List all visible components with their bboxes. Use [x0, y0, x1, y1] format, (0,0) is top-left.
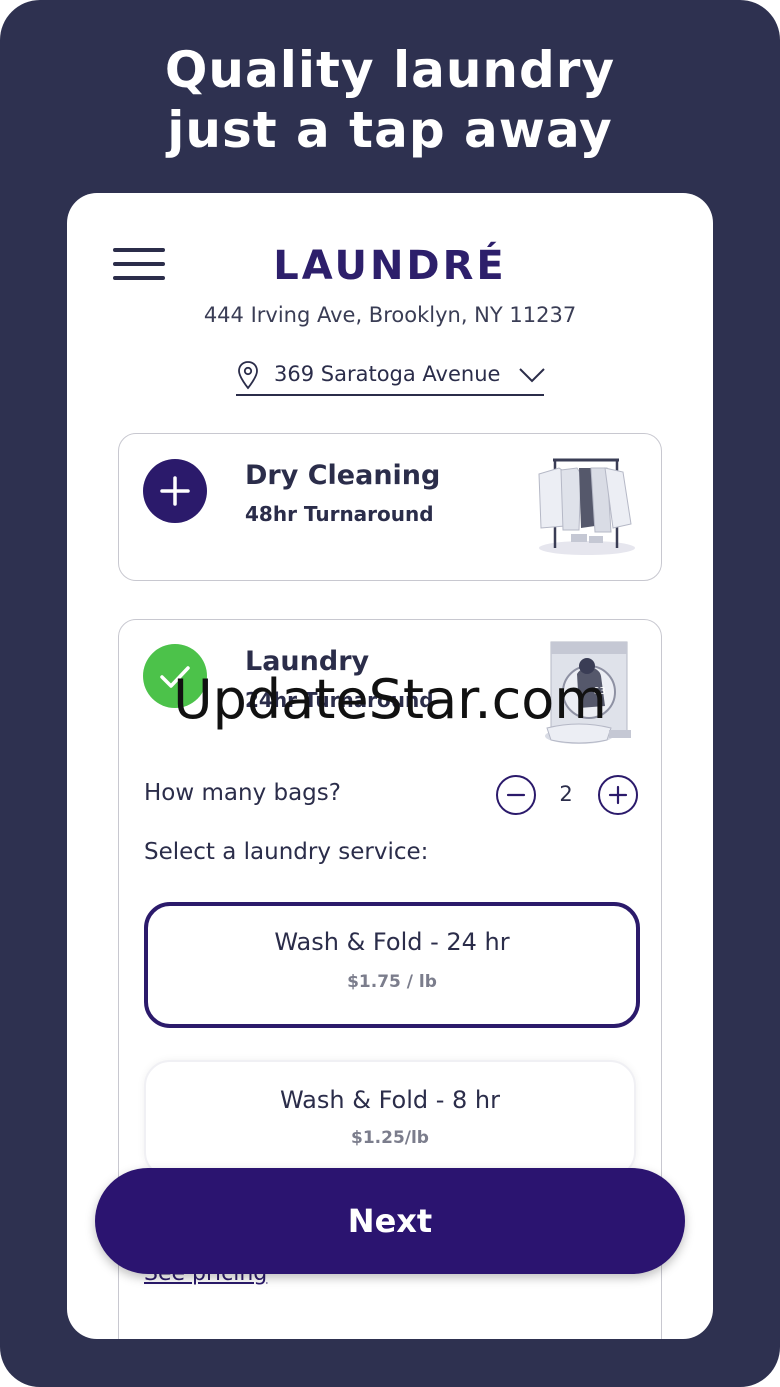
bags-label: How many bags? — [144, 780, 341, 806]
service-title: Laundry — [245, 646, 370, 677]
plus-icon — [160, 476, 190, 506]
location-selector[interactable]: 369 Saratoga Avenue — [236, 358, 545, 396]
decrease-bags-button[interactable] — [496, 775, 536, 815]
add-service-button[interactable] — [143, 459, 207, 523]
check-icon — [160, 666, 190, 688]
headline-line-1: Quality laundry — [164, 41, 616, 99]
chevron-down-icon — [519, 368, 545, 383]
washing-machine-illustration: 63 — [545, 641, 631, 744]
service-subtitle: 24hr Turnaround — [245, 688, 434, 712]
brand-logo: LAUNDRÉ — [273, 243, 507, 289]
increase-bags-button[interactable] — [598, 775, 638, 815]
option-wash-fold-24hr[interactable]: Wash & Fold - 24 hr $1.75 / lb — [144, 902, 640, 1028]
service-selected-indicator[interactable] — [143, 644, 207, 708]
headline-line-2: just a tap away — [167, 101, 613, 159]
option-price: $1.75 / lb — [347, 972, 437, 992]
svg-text:63: 63 — [593, 686, 606, 697]
bags-count: 2 — [559, 782, 573, 806]
service-select-label: Select a laundry service: — [144, 839, 429, 865]
option-name: Wash & Fold - 8 hr — [279, 1086, 501, 1114]
option-name: Wash & Fold - 24 hr — [274, 928, 510, 956]
plus-icon — [608, 785, 628, 805]
map-pin-icon — [238, 361, 258, 390]
service-title: Dry Cleaning — [245, 460, 441, 491]
service-card-dry-cleaning[interactable]: Dry Cleaning 48hr Turnaround — [118, 433, 662, 581]
next-button[interactable]: Next — [95, 1168, 685, 1274]
service-subtitle: 48hr Turnaround — [245, 502, 434, 526]
option-wash-fold-8hr[interactable]: Wash & Fold - 8 hr $1.25/lb — [144, 1060, 636, 1178]
clothes-rack-illustration — [538, 458, 635, 555]
minus-icon — [506, 793, 526, 797]
address-text: 444 Irving Ave, Brooklyn, NY 11237 — [203, 303, 577, 327]
location-value: 369 Saratoga Avenue — [274, 362, 501, 386]
screenshot-frame: Quality laundry just a tap away LAUNDRÉ … — [0, 0, 780, 1387]
headline: Quality laundry just a tap away — [0, 40, 780, 160]
option-price: $1.25/lb — [351, 1128, 429, 1148]
